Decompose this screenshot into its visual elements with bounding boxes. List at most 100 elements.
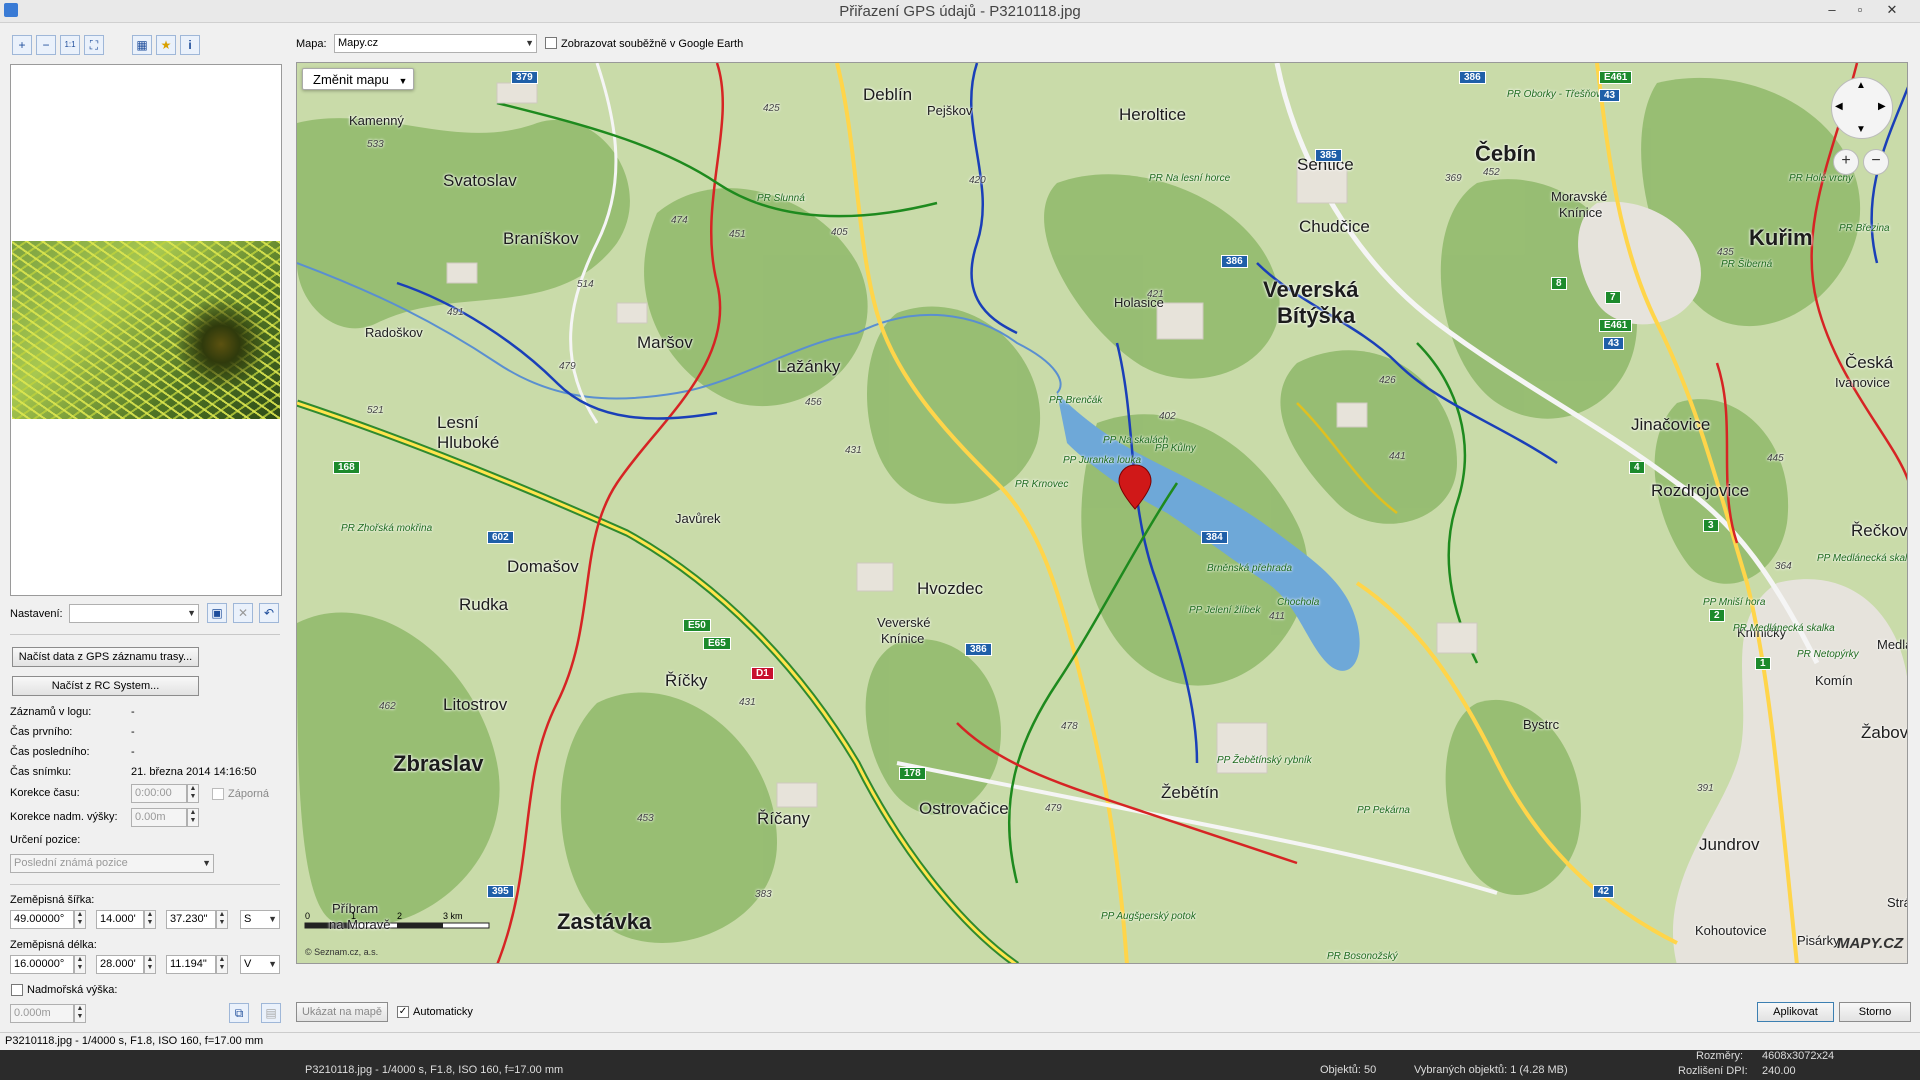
road-number-shield: E461 — [1599, 71, 1633, 84]
zoom-out-icon[interactable]: − — [36, 35, 56, 55]
zoom-in-icon[interactable]: + — [12, 35, 32, 55]
longitude-minutes-stepper[interactable]: ▲ ▼ — [144, 955, 156, 974]
time-correction-label: Korekce času: — [10, 787, 80, 799]
map-zoom-in-icon[interactable]: + — [1833, 149, 1859, 175]
road-number-shield: 379 — [511, 71, 538, 84]
latitude-direction-select[interactable]: S ▼ — [240, 910, 280, 929]
minimize-button[interactable]: – — [1818, 0, 1846, 22]
place-label: Řečkovice — [1851, 521, 1908, 540]
longitude-seconds-stepper[interactable]: ▲ ▼ — [216, 955, 228, 974]
longitude-direction-select[interactable]: V ▼ — [240, 955, 280, 974]
load-gps-track-button[interactable]: Načíst data z GPS záznamu trasy... — [12, 647, 199, 667]
maximize-button[interactable]: ▫ — [1846, 0, 1874, 22]
elevation-label: 420 — [969, 175, 986, 186]
place-label: Kamenný — [349, 113, 404, 128]
objects-count: Objektů: 50 — [1320, 1064, 1377, 1076]
longitude-degrees-stepper[interactable]: ▲ ▼ — [74, 955, 86, 974]
latitude-minutes-input[interactable]: 14.000' — [96, 910, 144, 929]
star-icon[interactable]: ★ — [156, 35, 176, 55]
delete-settings-icon[interactable]: ✕ — [233, 603, 253, 623]
road-number-shield: 3 — [1703, 519, 1719, 532]
road-number-shield: 7 — [1605, 291, 1621, 304]
nature-reserve-label: PR Medlánecká skalka — [1733, 623, 1835, 634]
nature-reserve-label: PP Augšperský potok — [1101, 911, 1196, 922]
place-label: Lažánky — [777, 357, 841, 376]
map-copyright: © Seznam.cz, a.s. — [305, 947, 379, 957]
road-number-shield: E65 — [703, 637, 731, 650]
last-time-label: Čas posledního: — [10, 746, 90, 758]
google-earth-checkbox[interactable] — [545, 37, 557, 49]
load-rc-system-button[interactable]: Načíst z RC System... — [12, 676, 199, 696]
latitude-label: Zeměpisná šířka: — [10, 894, 95, 906]
map-zoom-out-icon[interactable]: − — [1863, 149, 1889, 175]
nature-reserve-label: PP Jelení žlíbek — [1189, 605, 1261, 616]
altitude-input[interactable]: 0.000m — [10, 1004, 74, 1023]
pan-up-icon[interactable]: ▲ — [1856, 80, 1866, 91]
latitude-minutes-stepper[interactable]: ▲ ▼ — [144, 910, 156, 929]
map-source-select[interactable]: Mapy.cz ▼ — [334, 34, 537, 53]
pan-left-icon[interactable]: ◀ — [1835, 101, 1843, 112]
fit-to-window-icon[interactable]: ⛶ — [84, 35, 104, 55]
pan-control[interactable]: ▲ ▼ ◀ ▶ — [1831, 77, 1893, 139]
actual-size-icon[interactable]: 1:1 — [60, 35, 80, 55]
road-number-shield: 43 — [1599, 89, 1621, 102]
host-status-bar: P3210118.jpg - 1/4000 s, F1.8, ISO 160, … — [0, 1050, 1920, 1080]
pan-right-icon[interactable]: ▶ — [1878, 101, 1886, 112]
first-time-value: - — [131, 726, 135, 738]
latitude-degrees-stepper[interactable]: ▲ ▼ — [74, 910, 86, 929]
latitude-seconds-input[interactable]: 37.230" — [166, 910, 216, 929]
elevation-label: 521 — [367, 405, 384, 416]
photo-thumbnail — [12, 241, 280, 419]
place-label: Javůrek — [675, 511, 721, 526]
settings-label: Nastavení: — [10, 608, 63, 620]
copy-coordinates-icon[interactable]: ⧉ — [229, 1003, 249, 1023]
undo-icon[interactable]: ↶ — [259, 603, 279, 623]
place-label: Hvozdec — [917, 579, 984, 598]
altitude-stepper[interactable]: ▲ ▼ — [74, 1004, 86, 1023]
settings-select[interactable]: ▼ — [69, 604, 199, 623]
negative-checkbox[interactable] — [212, 788, 224, 800]
dimensions-value: 4608x3072x24 — [1762, 1050, 1835, 1062]
show-on-map-button[interactable]: Ukázat na mapě — [296, 1002, 388, 1022]
nature-reserve-label: PP Pekárna — [1357, 805, 1410, 816]
place-label: Pejškov — [927, 103, 973, 118]
road-number-shield: E461 — [1599, 319, 1633, 332]
pan-down-icon[interactable]: ▼ — [1856, 124, 1866, 135]
elevation-label: 533 — [367, 139, 384, 150]
altitude-correction-input[interactable]: 0.00m — [131, 808, 187, 827]
position-select[interactable]: Poslední známá pozice ▼ — [10, 854, 214, 873]
info-icon[interactable]: i — [180, 35, 200, 55]
change-map-button[interactable]: Změnit mapu ▼ — [302, 68, 414, 90]
close-button[interactable]: ✕ — [1878, 0, 1906, 22]
altitude-checkbox[interactable] — [11, 984, 23, 996]
automatic-label: Automaticky — [413, 1006, 473, 1018]
latitude-degrees-input[interactable]: 49.00000° — [10, 910, 74, 929]
place-label: Veverské — [877, 615, 931, 630]
latitude-seconds-stepper[interactable]: ▲ ▼ — [216, 910, 228, 929]
cancel-button[interactable]: Storno — [1839, 1002, 1911, 1022]
altitude-correction-stepper[interactable]: ▲ ▼ — [187, 808, 199, 827]
time-correction-stepper[interactable]: ▲ ▼ — [187, 784, 199, 803]
map-source-label: Mapa: — [296, 38, 327, 50]
chevron-down-icon: ▼ — [525, 38, 534, 48]
histogram-icon[interactable]: ▦ — [132, 35, 152, 55]
selected-objects: Vybraných objektů: 1 (4.28 MB) — [1414, 1064, 1568, 1076]
elevation-label: 391 — [1697, 783, 1714, 794]
longitude-seconds-input[interactable]: 11.194" — [166, 955, 216, 974]
longitude-degrees-input[interactable]: 16.00000° — [10, 955, 74, 974]
time-correction-input[interactable]: 0:00:00 — [131, 784, 187, 803]
place-label: Jinačovice — [1631, 415, 1711, 434]
apply-button[interactable]: Aplikovat — [1757, 1002, 1834, 1022]
elevation-label: 426 — [1379, 375, 1396, 386]
altitude-label: Nadmořská výška: — [27, 984, 118, 996]
road-number-shield: 602 — [487, 531, 514, 544]
automatic-checkbox[interactable]: ✓ — [397, 1006, 409, 1018]
place-label: Braníškov — [503, 229, 579, 248]
longitude-minutes-input[interactable]: 28.000' — [96, 955, 144, 974]
negative-label: Záporná — [228, 788, 269, 800]
elevation-label: 411 — [1269, 611, 1285, 622]
map-view[interactable]: DeblínPejškovHerolticeČebínBabilonVranov… — [296, 62, 1908, 964]
road-number-shield: 168 — [333, 461, 360, 474]
save-icon[interactable]: ▣ — [207, 603, 227, 623]
paste-coordinates-icon[interactable]: ▤ — [261, 1003, 281, 1023]
